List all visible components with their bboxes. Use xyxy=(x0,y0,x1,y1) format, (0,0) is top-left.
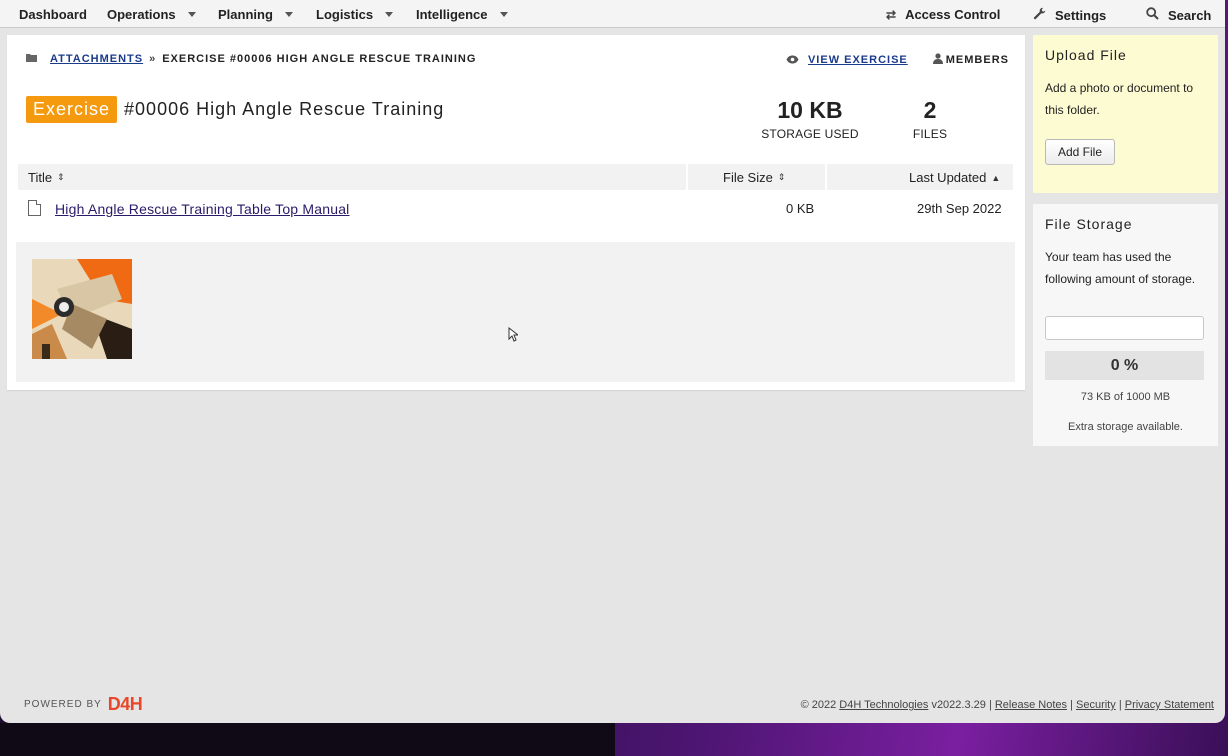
upload-file-panel: Upload File Add a photo or document to t… xyxy=(1033,35,1218,193)
storage-description: Your team has used the following amount … xyxy=(1045,250,1196,286)
table-header: Title ⇕ File Size ⇕ Last Updated ▲ xyxy=(18,164,1013,190)
storage-heading: File Storage xyxy=(1045,216,1133,232)
copyright-text: © 2022 xyxy=(800,699,837,711)
breadcrumb-separator: » xyxy=(149,53,157,65)
sort-icon: ⇕ xyxy=(777,172,786,182)
version-text: v2022.3.29 xyxy=(931,699,986,711)
upload-description: Add a photo or document to this folder. xyxy=(1045,81,1194,117)
column-label: File Size xyxy=(723,170,773,185)
nav-label: Access Control xyxy=(905,7,1001,22)
d4h-logo[interactable]: D4H xyxy=(108,694,143,715)
page-actions: VIEW EXERCISE MEMBERS xyxy=(786,53,1009,67)
file-icon xyxy=(28,200,41,216)
breadcrumb: ATTACHMENTS » EXERCISE #00006 HIGH ANGLE… xyxy=(26,53,476,65)
attachments-table: Title ⇕ File Size ⇕ Last Updated ▲ High … xyxy=(18,164,1013,230)
security-link[interactable]: Security xyxy=(1076,699,1116,711)
footer-separator: | xyxy=(1118,699,1122,711)
file-storage-panel: File Storage Your team has used the foll… xyxy=(1033,204,1218,446)
breadcrumb-current: EXERCISE #00006 HIGH ANGLE RESCUE TRAINI… xyxy=(162,53,477,65)
nav-planning[interactable]: Planning xyxy=(218,7,293,22)
chevron-down-icon xyxy=(499,12,508,17)
powered-by: POWERED BY D4H xyxy=(24,694,143,715)
members-link[interactable]: MEMBERS xyxy=(946,54,1009,66)
nav-label: Search xyxy=(1168,7,1212,23)
column-header-last-updated[interactable]: Last Updated ▲ xyxy=(909,170,1000,185)
top-nav: Dashboard Operations Planning Logistics … xyxy=(0,0,1225,28)
last-updated-cell: 29th Sep 2022 xyxy=(917,201,1002,216)
view-exercise-link[interactable]: VIEW EXERCISE xyxy=(808,54,908,66)
storage-used-value: 10 KB xyxy=(777,97,843,123)
sort-icon: ⇕ xyxy=(57,172,65,182)
chevron-down-icon xyxy=(385,12,394,17)
nav-label: Dashboard xyxy=(19,7,87,22)
column-header-file-size[interactable]: File Size ⇕ xyxy=(723,170,785,185)
extra-storage-text: Extra storage available. xyxy=(1068,421,1183,433)
wrench-icon xyxy=(1033,7,1046,23)
app-window: Dashboard Operations Planning Logistics … xyxy=(0,0,1225,723)
search-icon xyxy=(1146,7,1159,23)
storage-used-label: STORAGE USED xyxy=(761,127,859,141)
storage-progress-bar xyxy=(1045,316,1204,340)
nav-label: Intelligence xyxy=(416,7,488,22)
column-header-title[interactable]: Title ⇕ xyxy=(28,170,65,185)
page-title-text: #00006 High Angle Rescue Training xyxy=(124,99,445,119)
eye-icon xyxy=(786,53,799,67)
table-row: High Angle Rescue Training Table Top Man… xyxy=(18,190,1013,230)
nav-logistics[interactable]: Logistics xyxy=(316,7,394,22)
column-divider xyxy=(825,164,827,190)
privacy-statement-link[interactable]: Privacy Statement xyxy=(1125,699,1214,711)
storage-used-stat: 10 KB STORAGE USED xyxy=(755,97,865,141)
desktop-dock-area xyxy=(0,723,615,756)
image-gallery xyxy=(16,242,1015,382)
nav-dashboard[interactable]: Dashboard xyxy=(19,7,87,22)
image-thumbnail[interactable] xyxy=(32,259,132,359)
file-title-link[interactable]: High Angle Rescue Training Table Top Man… xyxy=(55,201,350,217)
add-file-button[interactable]: Add File xyxy=(1045,139,1115,165)
files-value: 2 xyxy=(923,97,937,123)
nav-operations[interactable]: Operations xyxy=(107,7,196,22)
person-icon xyxy=(932,53,943,67)
footer-separator: | xyxy=(1070,699,1073,711)
files-label: FILES xyxy=(912,127,948,141)
chevron-down-icon xyxy=(187,12,196,17)
file-size-cell: 0 KB xyxy=(786,201,815,216)
release-notes-link[interactable]: Release Notes xyxy=(995,699,1067,711)
nav-intelligence[interactable]: Intelligence xyxy=(416,7,508,22)
upload-heading: Upload File xyxy=(1045,47,1127,63)
storage-used-text: 73 KB of 1000 MB xyxy=(1080,391,1171,403)
column-label: Title xyxy=(28,170,53,185)
nav-label: Planning xyxy=(218,7,273,22)
mouse-cursor-icon xyxy=(508,326,520,347)
nav-access-control[interactable]: ⇄ Access Control xyxy=(886,7,1000,22)
nav-label: Logistics xyxy=(316,7,374,22)
nav-settings[interactable]: Settings xyxy=(1033,7,1106,23)
storage-percent: 0 % xyxy=(1045,351,1204,380)
column-label: Last Updated xyxy=(909,170,987,185)
nav-label: Operations xyxy=(107,7,176,22)
powered-by-label: POWERED BY xyxy=(24,699,102,710)
column-divider xyxy=(686,164,688,190)
breadcrumb-attachments-link[interactable]: ATTACHMENTS xyxy=(50,53,143,65)
chevron-down-icon xyxy=(284,12,293,17)
footer-separator: | xyxy=(988,699,992,711)
exercise-badge: Exercise xyxy=(26,96,118,123)
nav-search[interactable]: Search xyxy=(1146,7,1211,23)
nav-label: Settings xyxy=(1055,7,1107,23)
page-title: Exercise #00006 High Angle Rescue Traini… xyxy=(26,96,444,123)
footer-links: © 2022 D4H Technologies v2022.3.29 | Rel… xyxy=(801,699,1214,711)
folder-icon xyxy=(26,53,38,65)
company-link[interactable]: D4H Technologies xyxy=(839,699,928,711)
exchange-icon: ⇄ xyxy=(886,7,897,22)
files-stat: 2 FILES xyxy=(900,97,960,141)
sort-ascending-icon: ▲ xyxy=(991,172,1001,183)
